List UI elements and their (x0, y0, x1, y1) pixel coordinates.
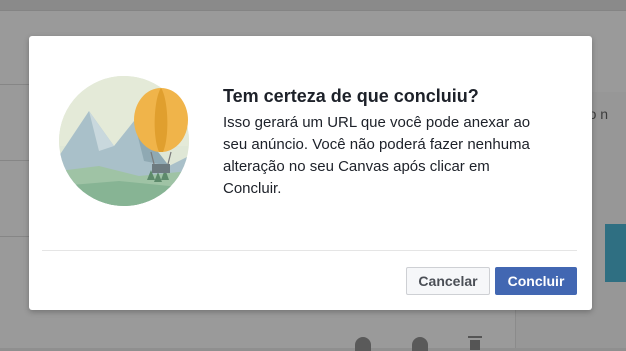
background-icon (355, 337, 371, 351)
background-icon (412, 337, 428, 351)
cancel-button[interactable]: Cancelar (406, 267, 490, 295)
confirm-button[interactable]: Concluir (495, 267, 577, 295)
dialog-footer-divider (42, 250, 577, 251)
background-blue-button (605, 224, 626, 282)
dialog-title: Tem certeza de que concluiu? (223, 86, 479, 106)
balloon-illustration (59, 76, 189, 206)
confirm-dialog: Tem certeza de que concluiu? Isso gerará… (29, 36, 592, 310)
background-divider (0, 160, 29, 161)
dialog-message: Isso gerará um URL que você pode anexar … (223, 114, 531, 197)
background-topbar (0, 0, 626, 11)
background-divider (0, 236, 29, 237)
